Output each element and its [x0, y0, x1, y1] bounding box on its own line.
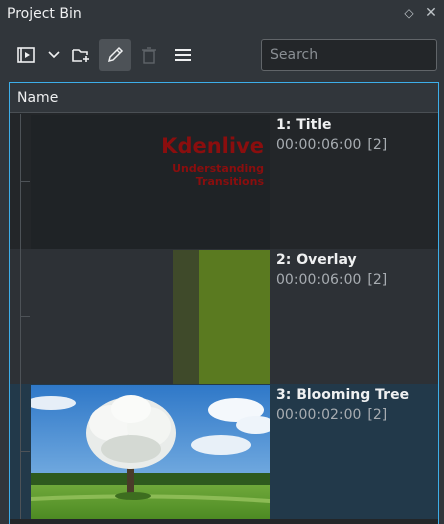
tree-branch-connector	[20, 451, 30, 452]
clip-thumbnail-blooming-tree	[31, 385, 270, 519]
overlay-green-block	[199, 250, 270, 384]
trash-icon	[142, 46, 156, 64]
clip-name: 3: Blooming Tree	[276, 387, 410, 403]
chevron-down-icon	[48, 51, 60, 59]
clip-name: 1: Title	[276, 117, 332, 133]
clip-duration: 00:00:02:00	[276, 407, 362, 423]
search-input[interactable]	[262, 40, 436, 70]
panel-titlebar: Project Bin ◇ ✕	[0, 0, 444, 32]
thumb-subtitle-line1: Understanding	[172, 162, 264, 175]
tree-branch-connector	[20, 316, 30, 317]
folder-plus-icon	[72, 49, 89, 62]
column-header-label: Name	[17, 90, 59, 106]
clip-thumbnail-overlay	[31, 250, 270, 384]
hamburger-icon	[175, 49, 191, 61]
close-icon[interactable]: ✕	[424, 6, 438, 20]
clip-duration: 00:00:06:00	[276, 272, 362, 288]
clip-meta: 00:00:06:00 [2]	[276, 272, 387, 288]
panel-title: Project Bin	[7, 6, 82, 22]
add-clip-button[interactable]	[12, 39, 40, 71]
clip-usage-count: [2]	[367, 407, 388, 423]
add-clip-menu-button[interactable]	[44, 39, 64, 71]
diamond-float-icon[interactable]: ◇	[402, 6, 416, 20]
clip-duration: 00:00:06:00	[276, 137, 362, 153]
clip-row-title[interactable]: Kdenlive Understanding Transitions 1: Ti…	[10, 114, 438, 249]
film-icon	[17, 47, 35, 63]
clip-thumbnail-title: Kdenlive Understanding Transitions	[31, 115, 270, 249]
pencil-icon	[107, 46, 124, 63]
bin-menu-button[interactable]	[170, 39, 196, 71]
blooming-tree-image	[31, 385, 270, 519]
search-box	[261, 39, 437, 71]
thumb-subtitle-line2: Transitions	[195, 175, 264, 188]
clip-row-overlay[interactable]: 2: Overlay 00:00:06:00 [2]	[10, 249, 438, 384]
add-folder-button[interactable]	[67, 39, 95, 71]
project-bin-tree[interactable]: Name Kdenlive Understanding Transitions …	[9, 82, 439, 524]
delete-clip-button[interactable]	[136, 39, 162, 71]
column-header-name[interactable]: Name	[10, 83, 438, 113]
clip-usage-count: [2]	[367, 272, 388, 288]
overlay-dim-bar	[173, 250, 199, 384]
clip-row-blooming-tree[interactable]: 3: Blooming Tree 00:00:02:00 [2]	[10, 384, 438, 519]
clip-name: 2: Overlay	[276, 252, 357, 268]
clip-usage-count: [2]	[367, 137, 388, 153]
edit-clip-button[interactable]	[99, 39, 131, 71]
clip-meta: 00:00:06:00 [2]	[276, 137, 387, 153]
thumb-title-text: Kdenlive	[161, 134, 264, 158]
clip-meta: 00:00:02:00 [2]	[276, 407, 387, 423]
tree-branch-connector	[20, 181, 30, 182]
